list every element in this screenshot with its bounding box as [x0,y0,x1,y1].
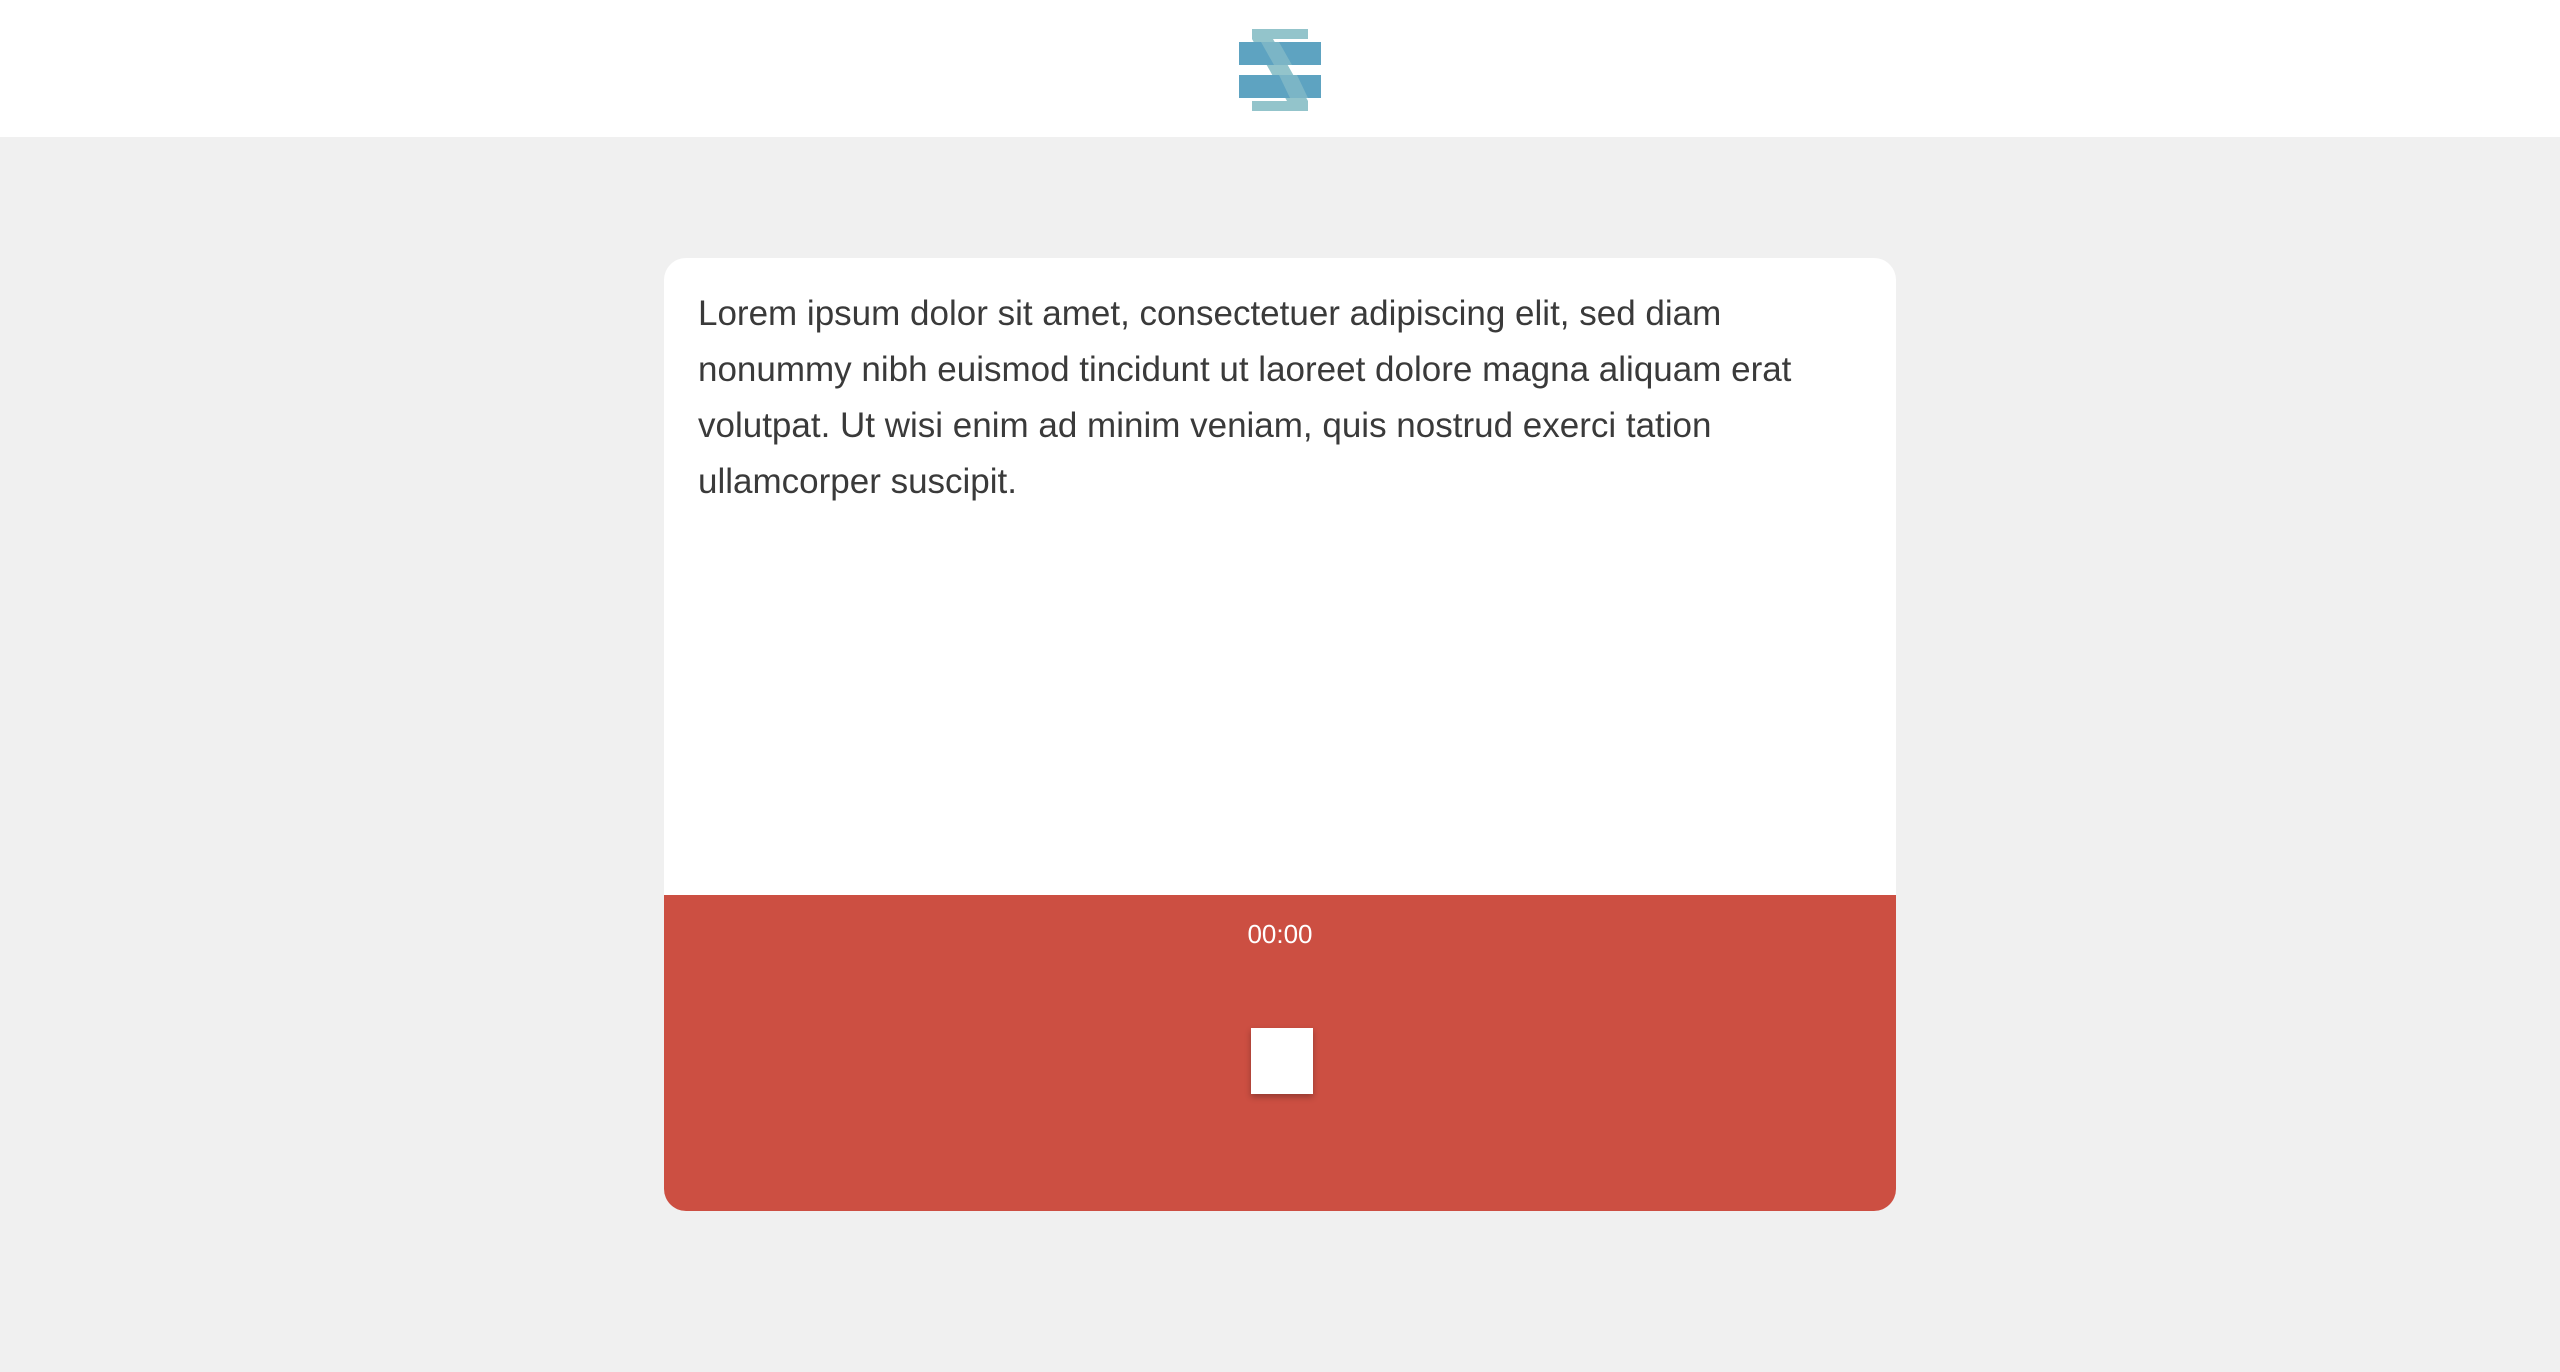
reading-text: Lorem ipsum dolor sit amet, consectetuer… [698,294,1792,501]
top-bar [0,0,2560,137]
stop-recording-button[interactable] [1251,1028,1313,1094]
reading-card: Lorem ipsum dolor sit amet, consectetuer… [664,258,1896,1211]
recording-panel: 00:00 [664,895,1896,1211]
logo-icon [1239,29,1321,111]
recording-timer: 00:00 [1247,919,1313,949]
